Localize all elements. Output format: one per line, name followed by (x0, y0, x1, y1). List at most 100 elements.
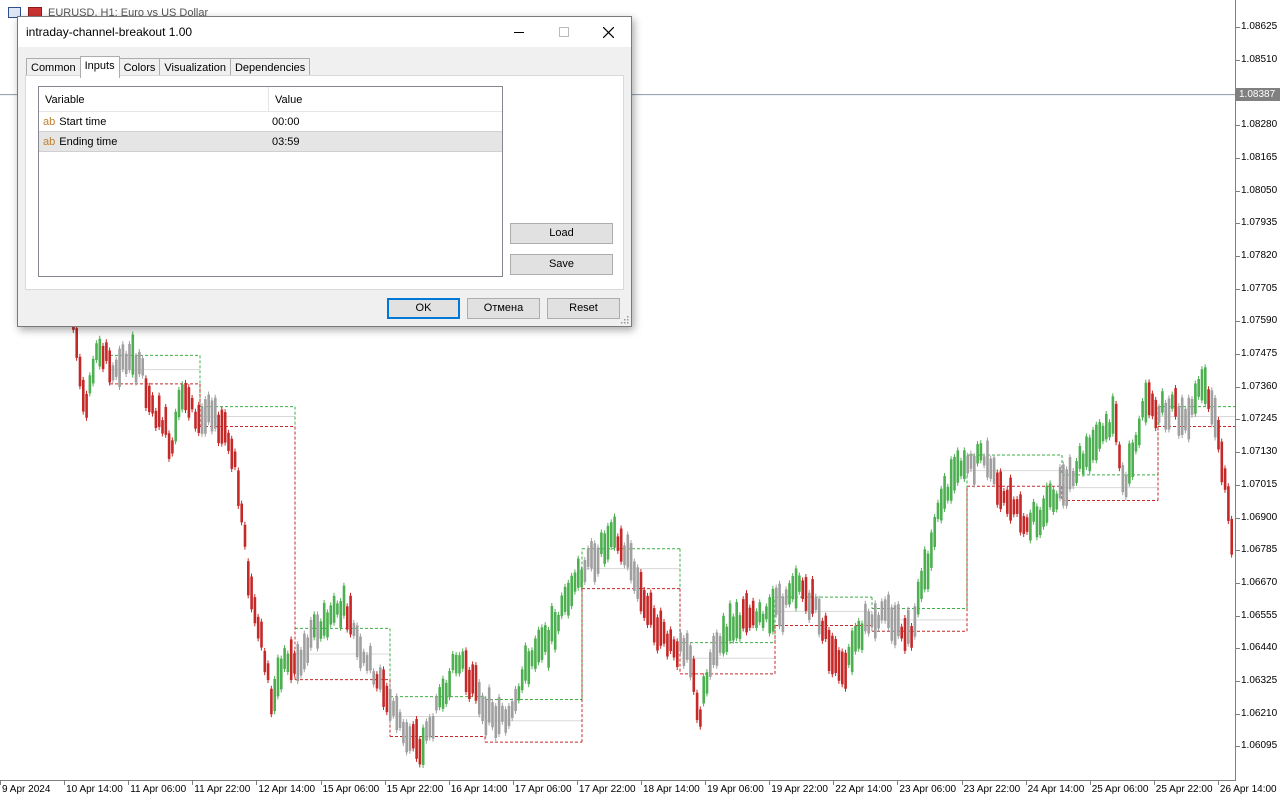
candle-body (1124, 474, 1128, 498)
candle-body (474, 665, 478, 701)
candle-body (1085, 436, 1088, 467)
candle-body (161, 420, 164, 434)
candle-body (154, 410, 158, 429)
candle-body (692, 658, 696, 692)
candle-body (907, 609, 910, 644)
tab-inputs[interactable]: Inputs (79, 56, 120, 78)
candle-body (857, 620, 861, 649)
candle-body (412, 724, 415, 749)
candle-body (844, 652, 847, 689)
candle-body (1108, 422, 1111, 438)
candle-body (402, 721, 405, 744)
candle-body (438, 687, 441, 708)
candle-body (454, 654, 458, 674)
candle-body (728, 603, 732, 641)
price-label: 1.07015 (1241, 478, 1278, 490)
price-tick (1236, 713, 1240, 715)
candle-body (1197, 379, 1200, 397)
ok-button[interactable]: OK (387, 298, 460, 319)
table-row[interactable]: ab Ending time 03:59 (39, 132, 502, 152)
price-label: 1.07475 (1241, 348, 1278, 359)
price-tick (1236, 321, 1240, 323)
table-header: Variable Value (39, 87, 502, 112)
close-button[interactable] (586, 17, 631, 47)
candle-body (1210, 390, 1214, 425)
cancel-button[interactable]: Отмена (467, 298, 540, 319)
dialog-tabs: Common Inputs Colors Visualization Depen… (26, 56, 311, 78)
price-axis[interactable]: 1.08625 1.08510 1.08280 1.08165 1.08050 1.079… (1235, 0, 1280, 780)
candle-body (1220, 441, 1224, 483)
minimize-button[interactable] (496, 17, 541, 47)
candle-body (761, 613, 765, 628)
candle-body (520, 669, 524, 691)
candle-body (369, 645, 372, 671)
candle-body (487, 687, 491, 723)
candle-body (408, 726, 412, 751)
price-tick (1236, 190, 1240, 192)
candle-body (940, 488, 943, 521)
candle-body (1161, 391, 1164, 413)
candle-body (1078, 446, 1082, 469)
time-tick (961, 781, 963, 785)
candle-body (586, 548, 590, 568)
candle-body (916, 581, 920, 615)
candle-body (105, 342, 108, 361)
candle-body (1141, 401, 1144, 418)
time-tick (705, 781, 707, 785)
time-label: 11 Apr 06:00 (130, 784, 187, 795)
candle-body (715, 632, 719, 666)
price-tick (1236, 746, 1240, 748)
candle-body (1147, 382, 1151, 416)
time-label: 11 Apr 22:00 (194, 784, 251, 795)
candle-body (887, 594, 890, 629)
candle-body (1207, 389, 1210, 410)
column-header-value[interactable]: Value (270, 87, 502, 111)
table-row[interactable]: ab Start time 00:00 (39, 112, 502, 132)
reset-button[interactable]: Reset (547, 298, 620, 319)
candle-body (98, 338, 102, 367)
row-value-cell[interactable]: 03:59 (272, 132, 300, 152)
candle-body (293, 653, 296, 674)
candle-body (659, 610, 663, 646)
row-value-cell[interactable]: 00:00 (272, 112, 300, 132)
candle-body (108, 350, 111, 383)
candle-body (322, 602, 326, 636)
resize-grip-icon[interactable] (621, 316, 629, 324)
time-label: 12 Apr 14:00 (258, 784, 316, 795)
candle-body (877, 614, 880, 629)
save-button[interactable]: Save (510, 254, 613, 275)
time-axis[interactable]: 9 Apr 2024 10 Apr 14:00 11 Apr 06:00 11 Apr… (0, 780, 1277, 801)
candle-body (920, 570, 923, 599)
price-tick (1236, 517, 1240, 519)
candle-body (553, 611, 557, 650)
candle-body (913, 606, 917, 637)
candle-body (619, 528, 623, 562)
maximize-button[interactable] (541, 17, 586, 47)
candle-body (511, 701, 514, 718)
load-button[interactable]: Load (510, 223, 613, 244)
time-label: 23 Apr 22:00 (963, 784, 1021, 795)
candle-body (392, 700, 395, 716)
row-variable-cell: ab Start time (43, 112, 106, 132)
column-header-variable[interactable]: Variable (39, 87, 269, 111)
price-label: 1.07590 (1241, 315, 1278, 327)
price-label: 1.08280 (1241, 119, 1278, 131)
candle-body (471, 664, 474, 694)
price-tick (1236, 452, 1240, 454)
variable-name: Start time (59, 116, 107, 128)
price-label: 1.06210 (1241, 707, 1278, 719)
current-price-label: 1.08387 (1236, 88, 1280, 101)
time-label: 16 Apr 14:00 (450, 784, 508, 795)
candle-body (989, 458, 993, 479)
candle-body (1217, 419, 1220, 450)
candle-body (577, 558, 580, 588)
candle-body (718, 636, 722, 653)
time-tick (256, 781, 258, 785)
dialog-titlebar[interactable]: intraday-channel-breakout 1.00 (18, 17, 631, 47)
candle-body (355, 625, 359, 658)
candle-body (339, 601, 342, 628)
inputs-table[interactable]: Variable Value ab Start time 00:00 ab Endi… (38, 86, 503, 277)
candle-body (276, 657, 280, 697)
candle-body (527, 651, 531, 685)
candle-body (1138, 418, 1141, 446)
